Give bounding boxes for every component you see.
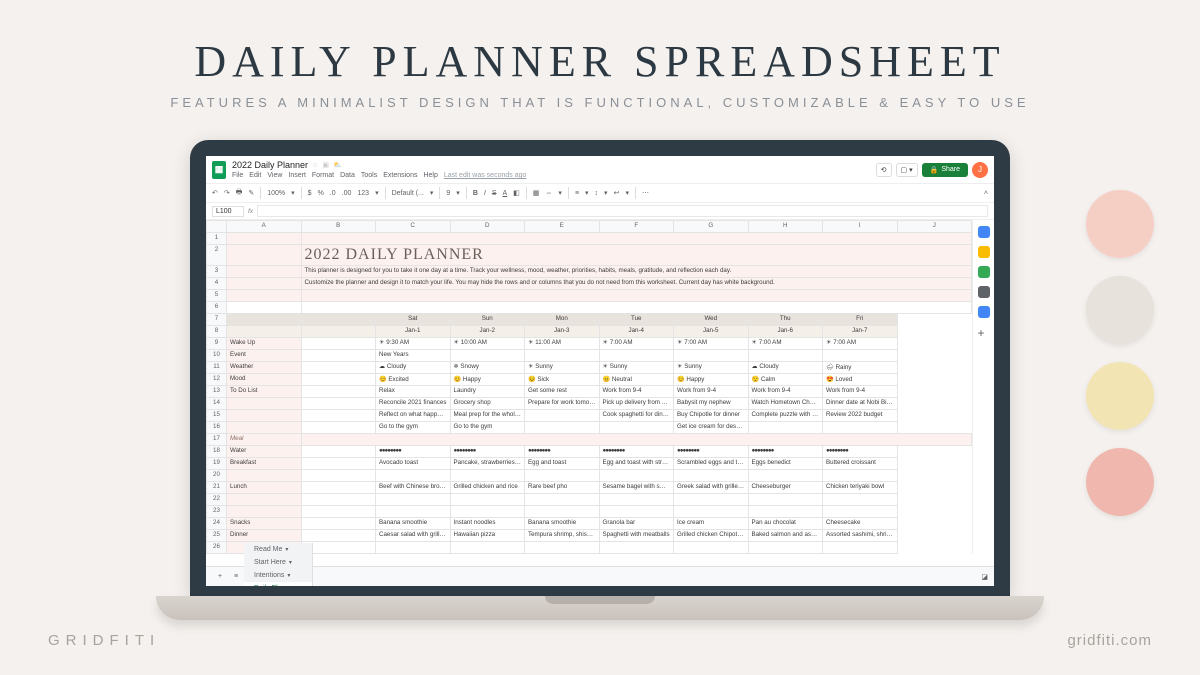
tab-read-me[interactable]: Read Me ▾ <box>244 543 313 556</box>
name-box[interactable]: L100 <box>212 206 244 217</box>
inc-button[interactable]: .00 <box>342 190 352 197</box>
sheets-logo-icon: ▦ <box>212 161 226 179</box>
zoom-select[interactable]: 100% <box>267 190 285 197</box>
laptop-mockup: ▦ 2022 Daily Planner ☆ ▣ ⛅ File Edit View I… <box>190 140 1010 620</box>
share-button[interactable]: 🔒 Share <box>922 163 968 177</box>
fx-icon: fx <box>248 208 253 215</box>
merge-icon[interactable]: ⇔ <box>545 190 552 197</box>
formula-bar[interactable] <box>257 205 988 217</box>
spreadsheet-grid[interactable]: ABCDEFGHIJ122022 DAILY PLANNER3This plan… <box>206 220 972 554</box>
hero-subtitle: FEATURES A MINIMALIST DESIGN THAT IS FUN… <box>0 95 1200 110</box>
color-swatches <box>1086 190 1154 516</box>
more-icon[interactable]: ⋯ <box>642 189 649 197</box>
sidepanel-icon[interactable] <box>978 246 990 258</box>
tab-start-here[interactable]: Start Here ▾ <box>244 556 313 569</box>
last-edit-link[interactable]: Last edit was seconds ago <box>444 172 527 179</box>
spreadsheet-screen: ▦ 2022 Daily Planner ☆ ▣ ⛅ File Edit View I… <box>206 156 994 586</box>
borders-icon[interactable]: ▦ <box>533 189 540 197</box>
cloud-icon: ⛅ <box>333 161 342 169</box>
sheet-tabs: + ≡ Read Me ▾Start Here ▾Intentions ▾Dai… <box>206 566 994 586</box>
color-swatch <box>1086 362 1154 430</box>
all-sheets-button[interactable]: ≡ <box>228 573 244 580</box>
side-panel: + <box>972 220 994 554</box>
menu-tools[interactable]: Tools <box>361 172 377 179</box>
format-more[interactable]: 123 <box>357 190 369 197</box>
wrap-icon[interactable]: ↩ <box>614 189 620 197</box>
font-select[interactable]: Default (... <box>392 190 424 197</box>
dec-button[interactable]: .0 <box>330 190 336 197</box>
print-icon[interactable]: 🖶 <box>236 188 243 199</box>
color-swatch <box>1086 448 1154 516</box>
sidepanel-icon[interactable] <box>978 266 990 278</box>
menu-format[interactable]: Format <box>312 172 334 179</box>
menu-extensions[interactable]: Extensions <box>383 172 417 179</box>
toolbar: ↶ ↷ 🖶 ✎ 100%▾ $ % .0 .00 123▾ Default (.… <box>206 184 994 203</box>
sheets-titlebar: ▦ 2022 Daily Planner ☆ ▣ ⛅ File Edit View I… <box>206 156 994 184</box>
italic-button[interactable]: I <box>484 190 486 197</box>
add-sheet-button[interactable]: + <box>212 573 228 580</box>
sidepanel-icon[interactable] <box>978 226 990 238</box>
explore-button[interactable]: ◪ <box>981 573 988 581</box>
font-size[interactable]: 9 <box>446 190 450 197</box>
meet-button[interactable]: ▢ ▾ <box>896 163 918 177</box>
strike-button[interactable]: S <box>492 190 497 197</box>
paint-icon[interactable]: ✎ <box>248 189 254 197</box>
hero-title: DAILY PLANNER SPREADSHEET <box>0 0 1200 87</box>
menu-view[interactable]: View <box>267 172 282 179</box>
halign-icon[interactable]: ≡ <box>575 190 579 197</box>
menu-edit[interactable]: Edit <box>249 172 261 179</box>
menu-data[interactable]: Data <box>340 172 355 179</box>
menu-bar: File Edit View Insert Format Data Tools Extensi… <box>232 172 870 179</box>
sidepanel-icon[interactable] <box>978 286 990 298</box>
laptop-base <box>156 596 1044 620</box>
star-icon[interactable]: ☆ <box>312 161 318 169</box>
color-swatch <box>1086 190 1154 258</box>
tab-daily-planner[interactable]: Daily Planner ▾ <box>244 582 313 586</box>
currency-button[interactable]: $ <box>308 190 312 197</box>
sidepanel-icon[interactable] <box>978 306 990 318</box>
move-icon[interactable]: ▣ <box>322 161 329 169</box>
collapse-toolbar-icon[interactable]: ˄ <box>984 190 988 197</box>
menu-file[interactable]: File <box>232 172 243 179</box>
brand-url: gridfiti.com <box>1067 632 1152 649</box>
sidepanel-add-icon[interactable]: + <box>978 326 990 338</box>
percent-button[interactable]: % <box>318 190 324 197</box>
redo-icon[interactable]: ↷ <box>224 189 230 197</box>
tab-intentions[interactable]: Intentions ▾ <box>244 569 313 582</box>
valign-icon[interactable]: ↕ <box>595 190 599 197</box>
fill-icon[interactable]: ◧ <box>513 189 520 197</box>
textcolor-button[interactable]: A <box>503 190 508 197</box>
account-avatar[interactable]: J <box>972 162 988 178</box>
color-swatch <box>1086 276 1154 344</box>
brand-logo: GRIDFITI <box>48 632 160 649</box>
doc-title[interactable]: 2022 Daily Planner <box>232 160 308 170</box>
menu-insert[interactable]: Insert <box>288 172 306 179</box>
history-button[interactable]: ⟲ <box>876 163 892 177</box>
undo-icon[interactable]: ↶ <box>212 189 218 197</box>
bold-button[interactable]: B <box>473 190 478 197</box>
menu-help[interactable]: Help <box>423 172 437 179</box>
